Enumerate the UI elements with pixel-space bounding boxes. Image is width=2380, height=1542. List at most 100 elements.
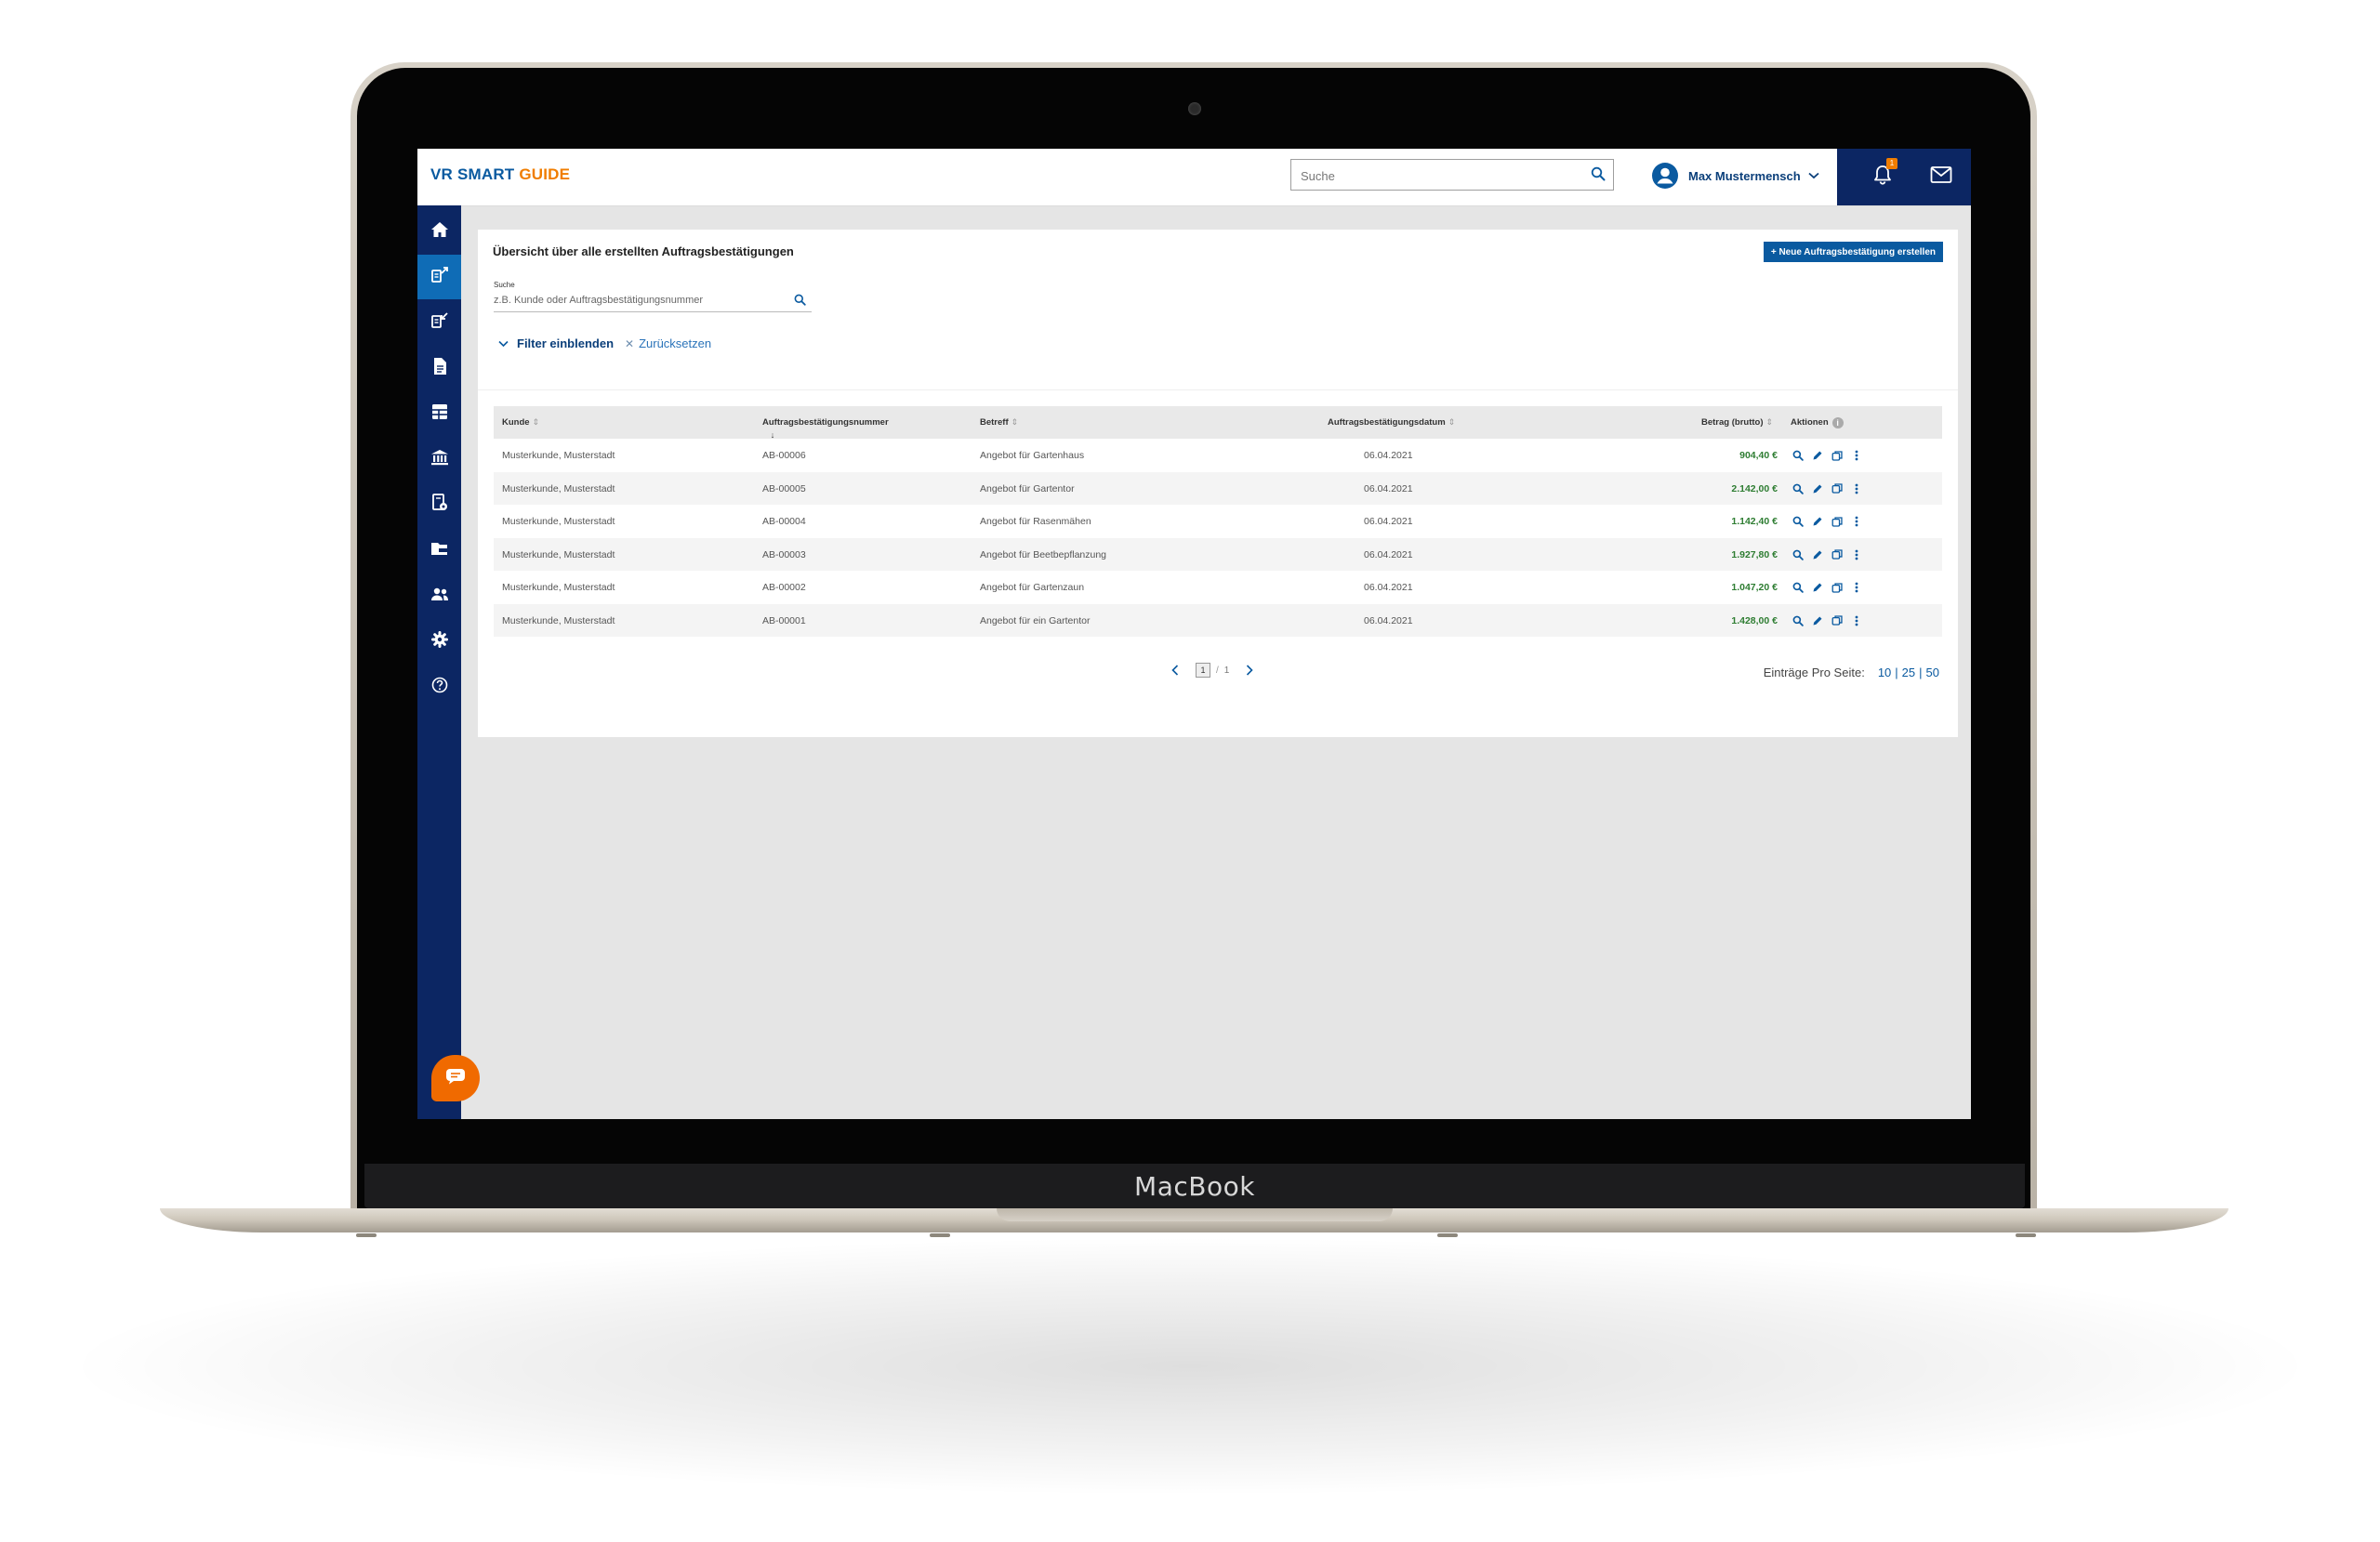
laptop-foot (356, 1233, 377, 1237)
view-icon[interactable] (1791, 547, 1805, 562)
avatar-icon (1651, 162, 1679, 190)
sort-icon: ⇕ (532, 417, 540, 427)
cell-nummer: AB-00004 (762, 516, 806, 527)
cell-betrag: 1.927,80 € (1731, 548, 1778, 560)
logo-text-primary: VR SMART (430, 165, 515, 183)
top-bar: VR SMART GUIDE Max Mustermensch 1 (417, 149, 1971, 206)
chevron-right-icon (1247, 665, 1253, 676)
per-page-option-10[interactable]: 10 (1878, 666, 1891, 679)
reset-filter-button[interactable]: ✕ Zurücksetzen (625, 336, 711, 350)
column-header-datum[interactable]: Auftragsbestätigungsdatum ⇕ (1328, 417, 1455, 428)
cell-datum: 06.04.2021 (1364, 482, 1413, 494)
total-pages: 1 (1223, 665, 1230, 676)
sidebar-item-users[interactable] (417, 573, 461, 618)
file-icon (432, 357, 447, 380)
copy-icon[interactable] (1830, 613, 1844, 628)
user-menu[interactable]: Max Mustermensch (1651, 161, 1819, 191)
list-search-input[interactable] (494, 291, 773, 310)
view-icon[interactable] (1791, 514, 1805, 529)
current-page[interactable]: 1 (1196, 663, 1210, 678)
table-row[interactable]: Musterkunde, Musterstadt AB-00004 Angebot … (494, 505, 1942, 538)
edit-icon[interactable] (1810, 481, 1825, 496)
sort-icon: ⇕ (1011, 417, 1019, 427)
sidebar-item-tables[interactable] (417, 391, 461, 436)
more-options-icon[interactable] (1849, 547, 1864, 562)
next-page-button[interactable] (1246, 665, 1253, 676)
table-body: Musterkunde, Musterstadt AB-00006 Angebot … (494, 439, 1942, 637)
content-card: Übersicht über alle erstellten Auftragsb… (478, 230, 1958, 737)
table-header: Kunde ⇕ Auftragsbestätigungsnummer ↓ Betre… (494, 406, 1942, 440)
cell-kunde: Musterkunde, Musterstadt (502, 582, 615, 593)
cell-betrag: 2.142,00 € (1731, 482, 1778, 494)
info-icon[interactable]: i (1831, 417, 1844, 428)
pagination: 1 / 1 (1171, 663, 1253, 678)
row-actions (1791, 547, 1869, 562)
screen: VR SMART GUIDE Max Mustermensch 1 (417, 149, 1971, 1119)
edit-icon[interactable] (1810, 580, 1825, 595)
view-icon[interactable] (1791, 613, 1805, 628)
cell-betrag: 904,40 € (1739, 450, 1778, 461)
sidebar-item-outgoing[interactable] (417, 255, 461, 299)
cell-betrag: 1.047,20 € (1731, 582, 1778, 593)
table-row[interactable]: Musterkunde, Musterstadt AB-00001 Angebot … (494, 603, 1942, 637)
table-row[interactable]: Musterkunde, Musterstadt AB-00003 Angebot … (494, 537, 1942, 571)
view-icon[interactable] (1791, 580, 1805, 595)
table-row[interactable]: Musterkunde, Musterstadt AB-00002 Angebot … (494, 571, 1942, 604)
more-options-icon[interactable] (1849, 448, 1864, 463)
table-row[interactable]: Musterkunde, Musterstadt AB-00006 Angebot … (494, 439, 1942, 472)
edit-icon[interactable] (1810, 547, 1825, 562)
per-page-option-25[interactable]: 25 (1902, 666, 1915, 679)
per-page-option-50[interactable]: 50 (1926, 666, 1939, 679)
view-icon[interactable] (1791, 481, 1805, 496)
prev-page-button[interactable] (1171, 665, 1179, 676)
search-label: Suche (494, 281, 515, 289)
top-actions: 1 (1837, 149, 1971, 205)
table-row[interactable]: Musterkunde, Musterstadt AB-00005 Angebot … (494, 471, 1942, 505)
sidebar-item-document-settings[interactable] (417, 482, 461, 527)
more-options-icon[interactable] (1849, 613, 1864, 628)
sidebar-item-home[interactable] (417, 209, 461, 254)
global-search-input[interactable] (1299, 165, 1581, 186)
copy-icon[interactable] (1830, 448, 1844, 463)
more-options-icon[interactable] (1849, 481, 1864, 496)
per-page-separator: | (1919, 666, 1923, 679)
copy-icon[interactable] (1830, 580, 1844, 595)
column-header-aktionen: Aktionen i (1791, 417, 1844, 428)
copy-icon[interactable] (1830, 481, 1844, 496)
copy-icon[interactable] (1830, 547, 1844, 562)
more-options-icon[interactable] (1849, 514, 1864, 529)
new-order-confirmation-button[interactable]: + Neue Auftragsbestätigung erstellen (1763, 242, 1943, 262)
search-icon[interactable] (1591, 166, 1606, 186)
sidebar-item-incoming[interactable] (417, 300, 461, 345)
edit-icon[interactable] (1810, 613, 1825, 628)
reset-label: Zurücksetzen (639, 336, 712, 350)
more-options-icon[interactable] (1849, 580, 1864, 595)
sidebar-item-documents[interactable] (417, 346, 461, 390)
copy-icon[interactable] (1830, 514, 1844, 529)
cell-betreff: Angebot für ein Gartentor (980, 614, 1091, 626)
sidebar-item-folders[interactable] (417, 528, 461, 573)
column-header-betreff[interactable]: Betreff ⇕ (980, 417, 1018, 428)
mail-icon[interactable] (1930, 165, 1952, 189)
entries-per-page: Einträge Pro Seite: 10 | 25 | 50 (1764, 666, 1939, 679)
chat-button[interactable] (431, 1055, 480, 1101)
edit-icon[interactable] (1810, 514, 1825, 529)
edit-icon[interactable] (1810, 448, 1825, 463)
search-icon[interactable] (794, 294, 806, 310)
sidebar-item-bank[interactable] (417, 437, 461, 481)
close-icon: ✕ (625, 336, 635, 350)
app-logo[interactable]: VR SMART GUIDE (430, 165, 570, 184)
cell-kunde: Musterkunde, Musterstadt (502, 614, 615, 626)
filter-row: Filter einblenden ✕ Zurücksetzen (498, 336, 711, 350)
gear-icon (430, 630, 448, 652)
folder-icon (430, 541, 449, 560)
sidebar-item-settings[interactable] (417, 619, 461, 664)
laptop-foot (2016, 1233, 2036, 1237)
column-header-kunde[interactable]: Kunde ⇕ (502, 417, 539, 428)
view-icon[interactable] (1791, 448, 1805, 463)
laptop-notch (997, 1208, 1393, 1221)
filter-toggle[interactable]: Filter einblenden (498, 336, 614, 350)
sidebar-item-help[interactable] (417, 665, 461, 709)
column-header-betrag[interactable]: Betrag (brutto) ⇕ (1701, 417, 1773, 428)
